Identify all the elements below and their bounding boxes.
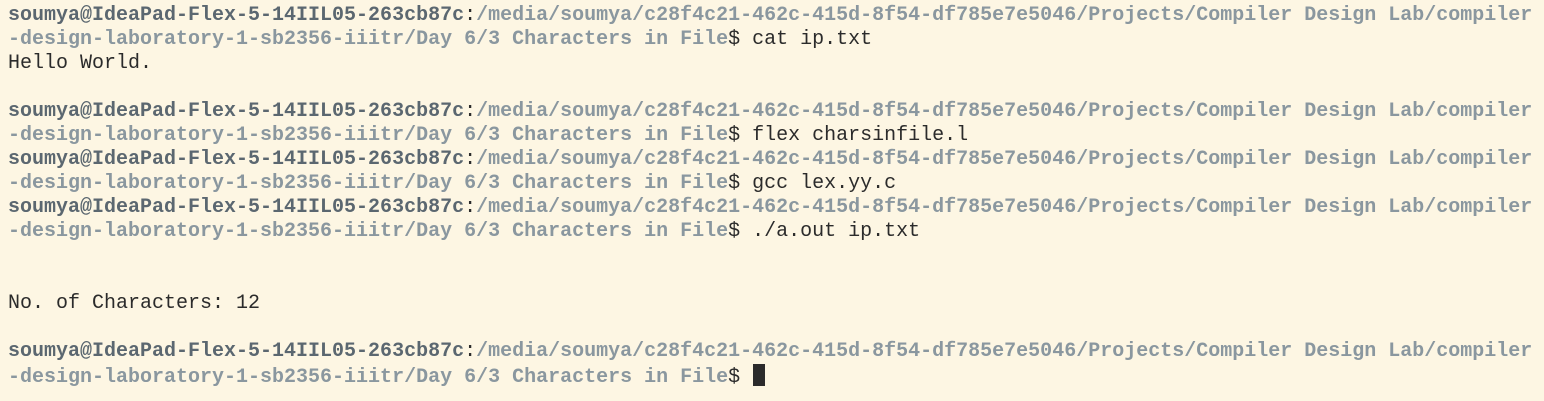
prompt-user-host: soumya@IdeaPad-Flex-5-14IIL05-263cb87c [8, 100, 465, 123]
terminal-window[interactable]: soumya@IdeaPad-Flex-5-14IIL05-263cb87c:/… [8, 4, 1538, 397]
prompt-colon: : [464, 4, 477, 27]
prompt-path-continued: -design-laboratory-1-sb2356-iiitr/Day 6/… [8, 172, 729, 195]
prompt-line: soumya@IdeaPad-Flex-5-14IIL05-263cb87c:/… [8, 340, 1538, 364]
prompt-path-continued: -design-laboratory-1-sb2356-iiitr/Day 6/… [8, 366, 729, 389]
command-output: Hello World. [8, 52, 153, 75]
prompt-colon: : [464, 148, 477, 171]
prompt-colon: : [464, 340, 477, 363]
prompt-path-continued: -design-laboratory-1-sb2356-iiitr/Day 6/… [8, 220, 729, 243]
prompt-line: soumya@IdeaPad-Flex-5-14IIL05-263cb87c:/… [8, 100, 1538, 124]
command-text: gcc lex.yy.c [740, 172, 897, 195]
prompt-path: /media/soumya/c28f4c21-462c-415d-8f54-df… [476, 148, 1533, 171]
command-output: No. of Characters: 12 [8, 292, 261, 315]
prompt-symbol: $ [728, 124, 741, 147]
text-cursor[interactable] [753, 364, 766, 386]
command-text: ./a.out ip.txt [740, 220, 921, 243]
prompt-line: soumya@IdeaPad-Flex-5-14IIL05-263cb87c:/… [8, 4, 1538, 28]
prompt-line-continued: -design-laboratory-1-sb2356-iiitr/Day 6/… [8, 172, 1538, 196]
prompt-symbol: $ [728, 220, 741, 243]
prompt-line-continued: -design-laboratory-1-sb2356-iiitr/Day 6/… [8, 220, 1538, 244]
prompt-path: /media/soumya/c28f4c21-462c-415d-8f54-df… [476, 100, 1533, 123]
prompt-path: /media/soumya/c28f4c21-462c-415d-8f54-df… [476, 196, 1533, 219]
prompt-path: /media/soumya/c28f4c21-462c-415d-8f54-df… [476, 4, 1533, 27]
prompt-colon: : [464, 196, 477, 219]
prompt-path-continued: -design-laboratory-1-sb2356-iiitr/Day 6/… [8, 28, 729, 51]
prompt-user-host: soumya@IdeaPad-Flex-5-14IIL05-263cb87c [8, 196, 465, 219]
prompt-line-continued: -design-laboratory-1-sb2356-iiitr/Day 6/… [8, 28, 1538, 52]
prompt-user-host: soumya@IdeaPad-Flex-5-14IIL05-263cb87c [8, 148, 465, 171]
prompt-line-continued[interactable]: -design-laboratory-1-sb2356-iiitr/Day 6/… [8, 364, 1538, 389]
prompt-symbol: $ [728, 28, 741, 51]
prompt-user-host: soumya@IdeaPad-Flex-5-14IIL05-263cb87c [8, 4, 465, 27]
prompt-symbol: $ [728, 366, 741, 389]
prompt-user-host: soumya@IdeaPad-Flex-5-14IIL05-263cb87c [8, 340, 465, 363]
prompt-colon: : [464, 100, 477, 123]
command-text: cat ip.txt [740, 28, 873, 51]
prompt-line: soumya@IdeaPad-Flex-5-14IIL05-263cb87c:/… [8, 196, 1538, 220]
command-text: flex charsinfile.l [740, 124, 969, 147]
prompt-line-continued: -design-laboratory-1-sb2356-iiitr/Day 6/… [8, 124, 1538, 148]
prompt-path-continued: -design-laboratory-1-sb2356-iiitr/Day 6/… [8, 124, 729, 147]
prompt-symbol: $ [728, 172, 741, 195]
prompt-path: /media/soumya/c28f4c21-462c-415d-8f54-df… [476, 340, 1533, 363]
prompt-line: soumya@IdeaPad-Flex-5-14IIL05-263cb87c:/… [8, 148, 1538, 172]
